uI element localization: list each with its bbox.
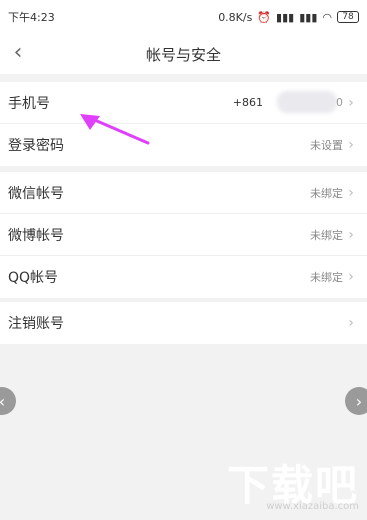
- row-wechat[interactable]: 微信帐号 未绑定 ›: [0, 172, 367, 214]
- network-speed: 0.8K/s: [218, 10, 253, 24]
- back-icon[interactable]: ‹: [8, 40, 28, 66]
- nav-left-icon[interactable]: ‹: [0, 387, 16, 415]
- row-value-qq: 未绑定: [310, 271, 343, 284]
- row-weibo[interactable]: 微博帐号 未绑定 ›: [0, 214, 367, 256]
- row-label-password: 登录密码: [8, 138, 64, 154]
- chevron-right-icon: ›: [348, 269, 354, 285]
- row-label-phone: 手机号: [8, 95, 50, 112]
- status-bar: 下午4:23 0.8K/s ⏰ ▮▮▮ ▮▮▮ ◠ 78: [0, 0, 367, 34]
- row-value-weibo: 未绑定: [310, 228, 343, 242]
- row-value-wechat: 未绑定: [310, 186, 343, 200]
- row-qq[interactable]: QQ帐号 未绑定 ›: [0, 256, 367, 298]
- chevron-right-icon: ›: [348, 95, 354, 111]
- group-phone-password: 手机号 +861 0 › 登录密码 未设置 ›: [0, 82, 367, 166]
- phone-suffix: 0: [336, 96, 343, 109]
- phone-prefix: +861: [232, 96, 263, 109]
- row-label-qq: QQ帐号: [8, 270, 59, 286]
- status-time: 下午4:23: [8, 11, 55, 24]
- alarm-icon: ⏰: [257, 10, 272, 24]
- watermark-sub: www.xiazaiba.com: [266, 501, 359, 512]
- signal-icon: ▮▮▮: [299, 10, 318, 24]
- nav-right-icon[interactable]: ›: [345, 387, 367, 415]
- chevron-right-icon: ›: [348, 137, 354, 153]
- row-password[interactable]: 登录密码 未设置 ›: [0, 124, 367, 166]
- annotation-arrow: [80, 114, 150, 145]
- wifi-icon: ◠: [322, 10, 332, 24]
- row-value-password: 未设置: [310, 139, 343, 152]
- row-phone[interactable]: 手机号 +861 0 ›: [0, 82, 367, 124]
- row-label-cancel: 注销账号: [8, 316, 64, 332]
- chevron-right-icon: ›: [348, 185, 354, 201]
- chevron-right-icon: ›: [348, 227, 354, 243]
- chevron-right-icon: ›: [348, 315, 354, 331]
- signal-icon: ▮▮▮: [276, 10, 295, 24]
- watermark: 下载吧 www.xiazaiba.com: [223, 452, 359, 512]
- row-label-wechat: 微信帐号: [8, 185, 64, 202]
- group-bindings: 微信帐号 未绑定 › 微博帐号 未绑定 › QQ帐号 未绑定 ›: [0, 172, 367, 298]
- page-title: 帐号与安全: [145, 45, 221, 64]
- row-label-weibo: 微博帐号: [8, 227, 64, 244]
- row-cancel-account[interactable]: 注销账号 ›: [0, 302, 367, 344]
- phone-mask: [277, 91, 337, 113]
- status-right: 0.8K/s ⏰ ▮▮▮ ▮▮▮ ◠ 78: [218, 11, 359, 24]
- group-cancel: 注销账号 ›: [0, 302, 367, 344]
- header: ‹ 帐号与安全: [0, 34, 367, 74]
- battery-indicator: 78: [337, 11, 359, 23]
